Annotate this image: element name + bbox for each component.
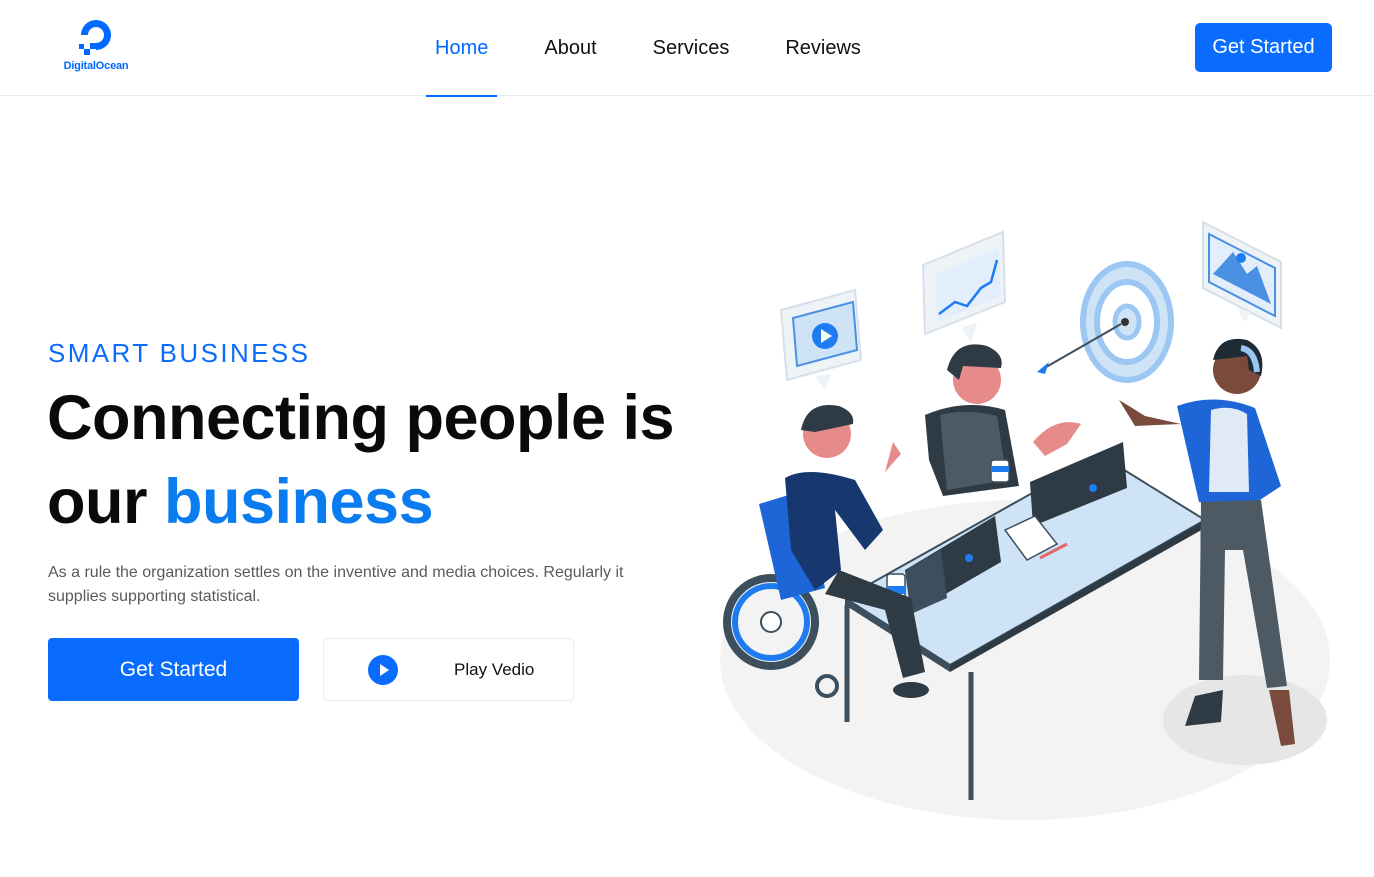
brand-logo[interactable]: DigitalOcean — [58, 18, 134, 78]
play-video-button[interactable]: Play Vedio — [323, 638, 574, 701]
digitalocean-icon — [79, 20, 111, 55]
nav-item-home[interactable]: Home — [426, 0, 498, 97]
hero-headline-accent: business — [164, 467, 434, 537]
navbar: DigitalOcean Home About Services Reviews… — [0, 0, 1374, 97]
team-meeting-illustration — [720, 220, 1330, 820]
target-icon — [1037, 261, 1174, 383]
hero-eyebrow: SMART BUSINESS — [48, 338, 311, 368]
nav-item-reviews[interactable]: Reviews — [776, 0, 870, 96]
brand-name: DigitalOcean — [63, 60, 129, 72]
hero-headline: Connecting people is our business — [47, 376, 727, 544]
play-icon — [368, 655, 398, 685]
main-nav: Home About Services Reviews — [426, 0, 908, 97]
play-video-label: Play Vedio — [454, 660, 535, 679]
hero-get-started-button[interactable]: Get Started — [48, 638, 299, 701]
image-card-icon — [1202, 220, 1282, 330]
video-card-icon — [779, 288, 863, 390]
nav-get-started-button[interactable]: Get Started — [1195, 23, 1332, 72]
nav-item-about[interactable]: About — [535, 0, 605, 96]
chart-card-icon — [921, 230, 1007, 342]
hero-description: As a rule the organization settles on th… — [48, 564, 624, 605]
nav-item-services[interactable]: Services — [644, 0, 739, 96]
